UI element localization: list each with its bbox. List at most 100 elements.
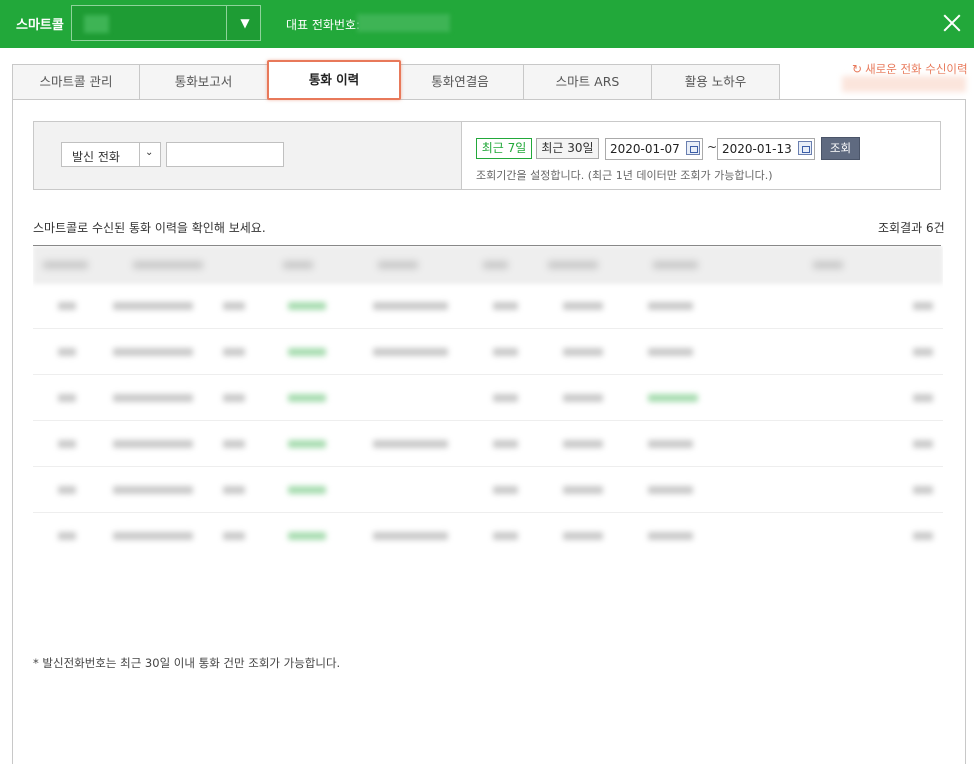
header-cell (43, 261, 88, 269)
tab-call-history[interactable]: 통화 이력 (267, 60, 401, 100)
header-cell (378, 261, 418, 269)
table-cell (563, 440, 603, 448)
table-cell (913, 532, 933, 540)
row-divider (33, 466, 943, 467)
table-cell (373, 348, 448, 356)
table-cell (223, 486, 245, 494)
header-cell (653, 261, 698, 269)
caret-down-icon[interactable]: ▼ (235, 14, 255, 32)
header-cell (133, 261, 203, 269)
table-cell (913, 348, 933, 356)
header-cell (813, 261, 843, 269)
table-cell (223, 348, 245, 356)
results-intro: 스마트콜로 수신된 통화 이력을 확인해 보세요. (33, 221, 266, 235)
masked-account-name (84, 15, 109, 33)
table-cell (288, 394, 326, 402)
table-cell (58, 394, 76, 402)
row-divider (33, 512, 943, 513)
caller-type-label: 발신 전화 (72, 150, 120, 164)
table-cell (288, 532, 326, 540)
blurred-call-history-table (33, 246, 943, 562)
table-cell (288, 348, 326, 356)
table-cell (648, 302, 693, 310)
table-cell (648, 486, 693, 494)
chevron-down-icon: ⌄ (145, 147, 154, 158)
table-cell (113, 348, 193, 356)
table-cell (113, 486, 193, 494)
table-cell (113, 302, 193, 310)
table-cell (113, 440, 193, 448)
account-select[interactable]: ▼ (71, 5, 261, 41)
table-cell (58, 532, 76, 540)
table-header (33, 246, 943, 284)
table-cell (493, 532, 518, 540)
calendar-icon[interactable] (686, 141, 700, 155)
tab-smartcall-manage[interactable]: 스마트콜 관리 (12, 64, 140, 100)
caller-type-select[interactable]: 발신 전화 ⌄ (61, 142, 161, 167)
table-cell (58, 440, 76, 448)
table-cell (223, 394, 245, 402)
new-call-history-label: 새로운 전화 수신이력 (865, 62, 968, 76)
top-header-bar: 스마트콜 ▼ 대표 전화번호: (0, 0, 974, 48)
tab-smart-ars[interactable]: 스마트 ARS (524, 64, 652, 100)
footer-note: * 발신전화번호는 최근 30일 이내 통화 건만 조회가 가능합니다. (33, 656, 341, 670)
table-cell (288, 486, 326, 494)
table-cell (493, 486, 518, 494)
table-cell (563, 302, 603, 310)
masked-new-history-detail (842, 76, 966, 92)
table-cell (648, 440, 693, 448)
last-7-days-button[interactable]: 최근 7일 (476, 138, 532, 159)
row-divider (33, 420, 943, 421)
table-cell (58, 302, 76, 310)
table-cell (648, 532, 693, 540)
table-cell (58, 486, 76, 494)
table-cell (288, 440, 326, 448)
calendar-icon[interactable] (798, 141, 812, 155)
table-cell (223, 302, 245, 310)
table-cell (113, 394, 193, 402)
search-right-area: 최근 7일 최근 30일 2020-01-07 ~ 2020-01-13 조회 … (461, 122, 940, 189)
table-cell (493, 348, 518, 356)
tab-call-report[interactable]: 통화보고서 (140, 64, 268, 100)
table-cell (58, 348, 76, 356)
new-call-history-link[interactable]: ↻ 새로운 전화 수신이력 (852, 61, 968, 77)
result-count: 조회결과 6건 (878, 221, 945, 235)
table-cell (913, 302, 933, 310)
table-cell (563, 486, 603, 494)
tab-ringback-tone[interactable]: 통화연결음 (396, 64, 524, 100)
table-cell (493, 394, 518, 402)
brand-title: 스마트콜 (16, 18, 64, 33)
close-icon[interactable] (940, 11, 964, 35)
row-divider (33, 328, 943, 329)
caller-number-input[interactable] (166, 142, 284, 167)
table-cell (913, 394, 933, 402)
search-button[interactable]: 조회 (821, 137, 860, 160)
search-left-area: 발신 전화 ⌄ (34, 122, 461, 189)
date-range-tilde: ~ (707, 140, 718, 154)
header-cell (483, 261, 508, 269)
table-cell (563, 394, 603, 402)
table-cell (493, 302, 518, 310)
last-30-days-button[interactable]: 최근 30일 (536, 138, 599, 159)
rep-phone-label: 대표 전화번호: (286, 18, 361, 32)
table-cell (913, 440, 933, 448)
table-cell (113, 532, 193, 540)
select-divider (139, 143, 140, 166)
table-cell (563, 348, 603, 356)
table-cell (223, 532, 245, 540)
header-cell (283, 261, 313, 269)
row-divider (33, 374, 943, 375)
table-cell (373, 440, 448, 448)
table-cell (563, 532, 603, 540)
table-cell (913, 486, 933, 494)
table-cell (373, 532, 448, 540)
tab-bar: 스마트콜 관리 통화보고서 통화 이력 통화연결음 스마트 ARS 활용 노하우 (12, 60, 780, 100)
search-panel: 발신 전화 ⌄ 최근 7일 최근 30일 2020-01-07 ~ 2020-0… (33, 121, 941, 190)
table-cell (648, 348, 693, 356)
tab-know-how[interactable]: 활용 노하우 (652, 64, 780, 100)
table-cell (373, 302, 448, 310)
period-note: 조회기간을 설정합니다. (최근 1년 데이터만 조회가 가능합니다.) (476, 169, 773, 182)
table-cell (648, 394, 698, 402)
table-cell (223, 440, 245, 448)
refresh-icon: ↻ (852, 62, 863, 76)
